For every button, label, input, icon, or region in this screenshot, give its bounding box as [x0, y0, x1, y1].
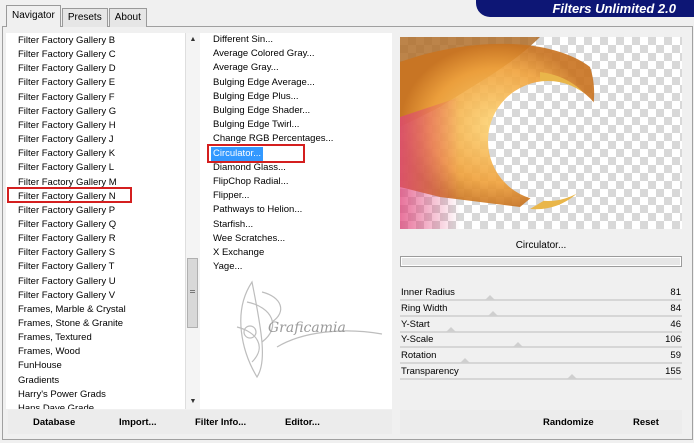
watermark-text: Graficamia — [268, 320, 346, 336]
slider-row[interactable]: Inner Radius 81 — [400, 285, 682, 301]
slider-value: 106 — [665, 334, 681, 345]
effect-item[interactable]: Bulging Edge Plus... — [213, 90, 299, 104]
category-item[interactable]: Filter Factory Gallery S — [18, 246, 115, 260]
progress-bar — [400, 256, 682, 267]
slider-thumb[interactable] — [513, 342, 524, 347]
import-button[interactable]: Import... — [119, 415, 156, 431]
tab-bar: Navigator Presets About — [6, 5, 148, 27]
category-item[interactable]: Frames, Wood — [18, 345, 80, 359]
scroll-thumb[interactable] — [187, 258, 198, 328]
effect-preview — [400, 37, 682, 229]
effect-item[interactable]: Different Sin... — [213, 33, 273, 47]
effect-item[interactable]: Average Colored Gray... — [213, 47, 315, 61]
slider-track[interactable] — [400, 378, 682, 380]
category-item[interactable]: Filter Factory Gallery D — [18, 62, 116, 76]
effect-item[interactable]: Bulging Edge Twirl... — [213, 118, 299, 132]
slider-row[interactable]: Ring Width 84 — [400, 301, 682, 317]
effect-item[interactable]: Flipper... — [213, 189, 249, 203]
category-highlight-box — [7, 187, 132, 203]
category-item[interactable]: Filter Factory Gallery P — [18, 204, 115, 218]
category-item[interactable]: Hans Dave Grade — [18, 402, 94, 409]
effect-item[interactable]: Pathways to Helion... — [213, 203, 302, 217]
effect-highlight-box — [207, 144, 305, 163]
category-item[interactable]: Frames, Textured — [18, 331, 92, 345]
category-item[interactable]: Filter Factory Gallery K — [18, 147, 115, 161]
editor-button[interactable]: Editor... — [285, 415, 320, 431]
slider-label: Rotation — [401, 350, 437, 361]
tab-presets[interactable]: Presets — [61, 8, 108, 27]
slider-value: 84 — [670, 303, 681, 314]
category-list[interactable]: Filter Factory Gallery B Filter Factory G… — [6, 33, 185, 409]
tab-navigator[interactable]: Navigator — [6, 5, 61, 27]
category-item[interactable]: Filter Factory Gallery G — [18, 105, 116, 119]
effect-item[interactable]: Wee Scratches... — [213, 232, 285, 246]
tab-about[interactable]: About — [108, 8, 147, 27]
scroll-down-arrow-icon[interactable]: ▼ — [186, 395, 200, 409]
category-item[interactable]: Filter Factory Gallery T — [18, 260, 114, 274]
category-item[interactable]: Filter Factory Gallery C — [18, 48, 116, 62]
slider-row[interactable]: Y-Scale 106 — [400, 332, 682, 348]
slider-label: Transparency — [401, 366, 459, 377]
slider-label: Y-Start — [401, 319, 430, 330]
category-item[interactable]: Frames, Stone & Granite — [18, 317, 123, 331]
reset-button[interactable]: Reset — [633, 415, 659, 431]
slider-label: Ring Width — [401, 303, 448, 314]
category-item[interactable]: Filter Factory Gallery H — [18, 119, 116, 133]
category-scrollbar[interactable]: ▲ ▼ — [185, 33, 200, 409]
effect-item[interactable]: Yage... — [213, 260, 242, 274]
category-item[interactable]: Filter Factory Gallery L — [18, 161, 114, 175]
effect-item[interactable]: Starfish... — [213, 218, 253, 232]
category-item[interactable]: Filter Factory Gallery U — [18, 275, 116, 289]
category-item[interactable]: Filter Factory Gallery B — [18, 34, 115, 48]
category-item[interactable]: Filter Factory Gallery Q — [18, 218, 116, 232]
category-item[interactable]: Filter Factory Gallery E — [18, 76, 115, 90]
slider-row[interactable]: Rotation 59 — [400, 348, 682, 364]
slider-thumb[interactable] — [567, 374, 578, 379]
category-item[interactable]: Filter Factory Gallery V — [18, 289, 115, 303]
database-button[interactable]: Database — [33, 415, 75, 431]
slider-value: 59 — [670, 350, 681, 361]
brand-banner: Filters Unlimited 2.0 — [476, 0, 694, 17]
effect-list[interactable]: Different Sin... Average Colored Gray... A… — [200, 33, 392, 409]
category-item[interactable]: Frames, Marble & Crystal — [18, 303, 126, 317]
category-item[interactable]: Filter Factory Gallery R — [18, 232, 116, 246]
slider-thumb[interactable] — [459, 358, 470, 363]
slider-label: Y-Scale — [401, 334, 434, 345]
effect-item[interactable]: FlipChop Radial... — [213, 175, 289, 189]
category-item[interactable]: FunHouse — [18, 359, 62, 373]
slider-value: 46 — [670, 319, 681, 330]
filter-info-button[interactable]: Filter Info... — [195, 415, 246, 431]
scroll-up-arrow-icon[interactable]: ▲ — [186, 33, 200, 47]
randomize-button[interactable]: Randomize — [543, 415, 594, 431]
preview-effect-name: Circulator... — [515, 240, 567, 251]
category-item[interactable]: Filter Factory Gallery J — [18, 133, 114, 147]
slider-thumb[interactable] — [485, 295, 496, 300]
slider-label: Inner Radius — [401, 287, 455, 298]
slider-row[interactable]: Y-Start 46 — [400, 317, 682, 333]
slider-thumb[interactable] — [488, 311, 499, 316]
slider-row[interactable]: Transparency 155 — [400, 364, 682, 380]
category-item[interactable]: Gradients — [18, 374, 59, 388]
effect-item[interactable]: Bulging Edge Average... — [213, 76, 315, 90]
category-item[interactable]: Harry's Power Grads — [18, 388, 106, 402]
slider-value: 81 — [670, 287, 681, 298]
effect-item[interactable]: Average Gray... — [213, 61, 279, 75]
effect-item[interactable]: X Exchange — [213, 246, 264, 260]
slider-value: 155 — [665, 366, 681, 377]
effect-item[interactable]: Bulging Edge Shader... — [213, 104, 310, 118]
category-item[interactable]: Filter Factory Gallery F — [18, 91, 115, 105]
